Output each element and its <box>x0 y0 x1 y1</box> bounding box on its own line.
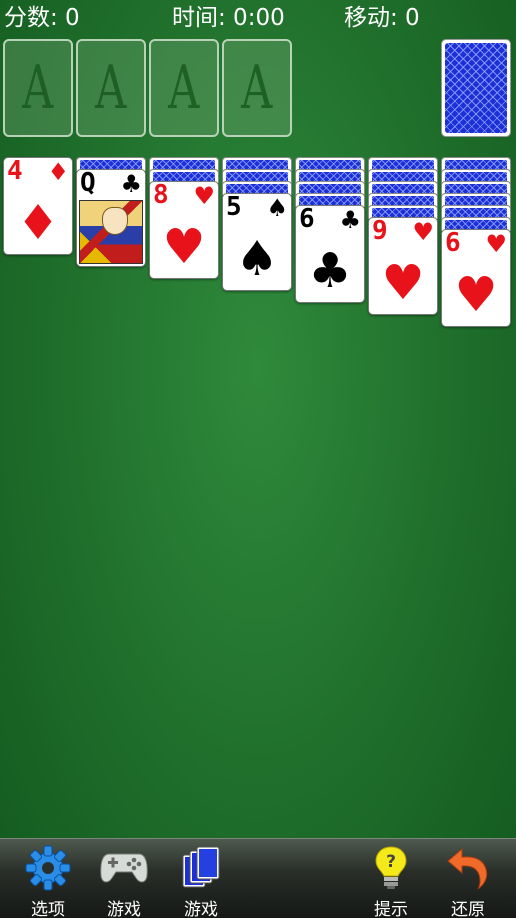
card-center-suit-icon: ♦ <box>16 195 60 251</box>
foundation-pile-1[interactable]: A <box>3 39 73 137</box>
status-bar: 分数: 0 时间: 0:00 移动: 0 <box>0 0 516 36</box>
card-center-suit-icon: ♥ <box>454 267 498 323</box>
hint-label: 提示 <box>374 900 408 918</box>
foundation-placeholder-label: A <box>95 53 127 123</box>
card-rank: Q <box>80 168 96 198</box>
card-suit-icon: ♠ <box>266 194 288 222</box>
card-suit-icon: ♦ <box>47 158 69 186</box>
cards-icon <box>182 846 220 888</box>
queen-face <box>102 207 128 235</box>
foundation-pile-2[interactable]: A <box>76 39 146 137</box>
card-center-suit-icon: ♠ <box>235 231 279 287</box>
card-rank: 8 <box>153 180 169 210</box>
stock-pile[interactable] <box>441 39 511 137</box>
card-center-suit-icon: ♥ <box>162 219 206 275</box>
gamepad-icon <box>100 853 148 883</box>
svg-text:?: ? <box>386 852 396 872</box>
tableau-card-5[interactable]: 6 ♣ ♣ <box>295 204 365 303</box>
foundation-pile-3[interactable]: A <box>149 39 219 137</box>
card-suit-icon: ♥ <box>485 230 507 258</box>
deal-button[interactable]: 游戏 <box>162 839 240 918</box>
tableau-card-3[interactable]: 8 ♥ ♥ <box>149 180 219 279</box>
queen-portrait-icon <box>79 200 143 264</box>
undo-label: 还原 <box>451 900 485 918</box>
card-center-suit-icon: ♥ <box>381 255 425 311</box>
tableau-card-1[interactable]: 4 ♦ ♦ <box>3 156 73 255</box>
undo-arrow-icon <box>447 847 488 890</box>
gear-icon <box>25 845 71 891</box>
card-center-suit-icon: ♣ <box>308 243 352 299</box>
options-label: 选项 <box>31 900 65 918</box>
card-suit-icon: ♥ <box>412 218 434 246</box>
game-label: 游戏 <box>107 900 141 918</box>
options-button[interactable]: 选项 <box>9 839 87 918</box>
time-label: 时间: 0:00 <box>172 5 285 31</box>
card-back-pattern <box>445 43 507 133</box>
foundation-pile-4[interactable]: A <box>222 39 292 137</box>
card-suit-icon: ♣ <box>339 206 361 234</box>
lightbulb-icon: ? <box>375 846 407 889</box>
card-rank: 6 <box>445 228 461 258</box>
card-rank: 4 <box>7 156 23 186</box>
card-suit-icon: ♣ <box>120 170 142 198</box>
card-rank: 5 <box>226 192 242 222</box>
score-label: 分数: 0 <box>4 5 80 31</box>
card-suit-icon: ♥ <box>193 182 215 210</box>
tableau-card-2[interactable]: Q ♣ <box>76 168 146 267</box>
undo-button[interactable]: 还原 <box>429 839 507 918</box>
moves-label: 移动: 0 <box>344 5 420 31</box>
foundation-placeholder-label: A <box>241 53 273 123</box>
foundation-placeholder-label: A <box>168 53 200 123</box>
tableau-card-4[interactable]: 5 ♠ ♠ <box>222 192 292 291</box>
hint-button[interactable]: ? 提示 <box>352 839 430 918</box>
foundation-placeholder-label: A <box>22 53 54 123</box>
card-rank: 6 <box>299 204 315 234</box>
card-rank: 9 <box>372 216 388 246</box>
tableau-card-7[interactable]: 6 ♥ ♥ <box>441 228 511 327</box>
game-button[interactable]: 游戏 <box>85 839 163 918</box>
bottom-toolbar: 选项 游戏 游戏 ? 提示 还原 <box>0 838 516 918</box>
tableau-card-6[interactable]: 9 ♥ ♥ <box>368 216 438 315</box>
deal-label: 游戏 <box>184 900 218 918</box>
